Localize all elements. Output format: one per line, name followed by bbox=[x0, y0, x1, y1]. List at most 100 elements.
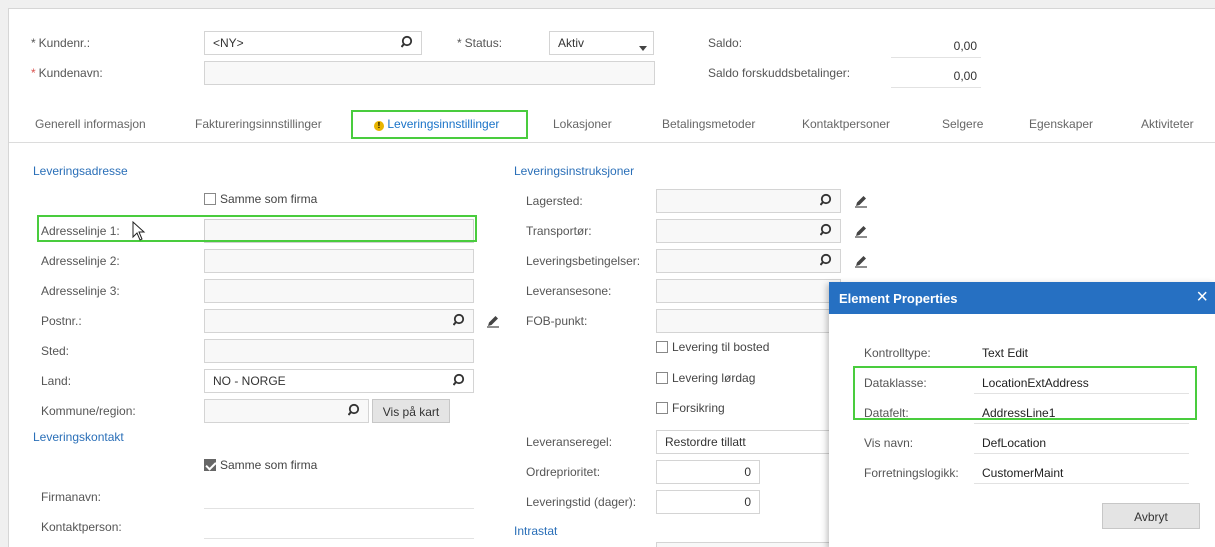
edit-pencil-icon[interactable] bbox=[854, 254, 868, 271]
adresselinje1-highlight-box bbox=[37, 215, 477, 242]
forsikring-checkbox[interactable]: Forsikring bbox=[656, 401, 725, 415]
kontrolltype-value: Text Edit bbox=[982, 346, 1029, 360]
saldo-value: 0,00 bbox=[953, 39, 977, 53]
land-input[interactable]: NO - NORGE bbox=[204, 369, 474, 393]
element-properties-dialog: Element Properties × Kontrolltype: Text … bbox=[829, 282, 1215, 547]
search-icon[interactable] bbox=[819, 193, 834, 210]
checkbox-checked-icon bbox=[204, 459, 216, 471]
intrastat-title: Intrastat bbox=[514, 524, 558, 538]
levering-bosted-checkbox[interactable]: Levering til bosted bbox=[656, 340, 769, 354]
edit-pencil-icon[interactable] bbox=[486, 314, 500, 331]
data-highlight-box bbox=[853, 366, 1197, 420]
avbryt-button[interactable]: Avbryt bbox=[1102, 503, 1200, 529]
kontaktperson-input[interactable] bbox=[204, 538, 474, 539]
saldo-forskudd-value: 0,00 bbox=[953, 69, 977, 83]
leveransesone-label: Leveransesone: bbox=[526, 284, 612, 298]
forretningslogikk-value: CustomerMaint bbox=[982, 466, 1064, 480]
tab-bar-divider bbox=[9, 142, 1215, 143]
checkbox-unchecked-icon bbox=[656, 372, 668, 384]
sted-label: Sted: bbox=[41, 344, 70, 358]
postnr-input[interactable] bbox=[204, 309, 474, 333]
intrastat-input[interactable] bbox=[656, 542, 841, 547]
saldo-underline bbox=[891, 57, 981, 58]
transportor-input[interactable] bbox=[656, 219, 841, 243]
forretningslogikk-underline bbox=[974, 483, 1189, 484]
checkbox-unchecked-icon bbox=[204, 193, 216, 205]
kontaktperson-label: Kontaktperson: bbox=[41, 520, 122, 534]
checkbox-unchecked-icon bbox=[656, 402, 668, 414]
edit-pencil-icon[interactable] bbox=[854, 224, 868, 241]
tab-highlight-box bbox=[351, 110, 528, 139]
status-select[interactable]: Aktiv bbox=[549, 31, 654, 55]
leveringsadresse-title: Leveringsadresse bbox=[33, 164, 128, 178]
tab-selgere[interactable]: Selgere bbox=[942, 117, 983, 131]
firmanavn-input[interactable] bbox=[204, 508, 474, 509]
tab-faktureringsinnstillinger[interactable]: Faktureringsinnstillinger bbox=[195, 117, 322, 131]
vis-navn-label: Vis navn: bbox=[864, 436, 914, 450]
search-icon[interactable] bbox=[347, 403, 362, 420]
adresselinje2-input[interactable] bbox=[204, 249, 474, 273]
vis-paa-kart-button[interactable]: Vis på kart bbox=[372, 399, 450, 423]
status-label: * Status: bbox=[457, 36, 503, 50]
saldo-label: Saldo: bbox=[708, 36, 743, 50]
tab-lokasjoner[interactable]: Lokasjoner bbox=[553, 117, 612, 131]
kundenavn-label: * Kundenavn: bbox=[31, 66, 103, 80]
adresselinje3-label: Adresselinje 3: bbox=[41, 284, 120, 298]
search-icon[interactable] bbox=[819, 253, 834, 270]
ordreprioritet-label: Ordreprioritet: bbox=[526, 465, 601, 479]
leveringsbetingelser-input[interactable] bbox=[656, 249, 841, 273]
ordreprioritet-input[interactable]: 0 bbox=[656, 460, 760, 484]
search-icon[interactable] bbox=[452, 373, 467, 390]
leveranseregel-label: Leveranseregel: bbox=[526, 435, 613, 449]
kommune-label: Kommune/region: bbox=[41, 404, 136, 418]
mouse-cursor-icon bbox=[132, 220, 146, 244]
forretningslogikk-label: Forretningslogikk: bbox=[864, 466, 959, 480]
land-label: Land: bbox=[41, 374, 72, 388]
postnr-label: Postnr.: bbox=[41, 314, 82, 328]
tab-generell-informasjon[interactable]: Generell informasjon bbox=[35, 117, 146, 131]
tab-egenskaper[interactable]: Egenskaper bbox=[1029, 117, 1093, 131]
adresselinje2-label: Adresselinje 2: bbox=[41, 254, 120, 268]
vis-navn-value: DefLocation bbox=[982, 436, 1047, 450]
saldo-forskudd-underline bbox=[891, 87, 981, 88]
leveranseregel-select[interactable]: Restordre tillatt bbox=[656, 430, 841, 454]
fob-input[interactable] bbox=[656, 309, 841, 333]
close-icon[interactable]: × bbox=[1196, 286, 1208, 309]
transportor-label: Transportør: bbox=[526, 224, 592, 238]
levering-lordag-checkbox[interactable]: Levering lørdag bbox=[656, 371, 755, 385]
fob-label: FOB-punkt: bbox=[526, 314, 588, 328]
search-icon[interactable] bbox=[452, 313, 467, 330]
leveringsbetingelser-label: Leveringsbetingelser: bbox=[526, 254, 641, 268]
sted-input[interactable] bbox=[204, 339, 474, 363]
tab-aktiviteter[interactable]: Aktiviteter bbox=[1141, 117, 1194, 131]
edit-pencil-icon[interactable] bbox=[854, 194, 868, 211]
leveringstid-input[interactable]: 0 bbox=[656, 490, 760, 514]
adresselinje3-input[interactable] bbox=[204, 279, 474, 303]
leveringskontakt-title: Leveringskontakt bbox=[33, 430, 124, 444]
lagersted-input[interactable] bbox=[656, 189, 841, 213]
tab-betalingsmetoder[interactable]: Betalingsmetoder bbox=[662, 117, 755, 131]
tab-kontaktpersoner[interactable]: Kontaktpersoner bbox=[802, 117, 890, 131]
chevron-down-icon bbox=[639, 40, 647, 54]
customer-form-page: * Kundenr.: <NY> * Status: Aktiv Saldo: 0,… bbox=[8, 8, 1215, 547]
kontakt-samme-som-firma-checkbox[interactable]: Samme som firma bbox=[204, 458, 317, 472]
search-icon[interactable] bbox=[400, 35, 415, 52]
samme-som-firma-checkbox[interactable]: Samme som firma bbox=[204, 192, 317, 206]
dialog-header: Element Properties × bbox=[829, 282, 1215, 314]
dialog-title: Element Properties bbox=[839, 291, 958, 306]
leveransesone-input[interactable] bbox=[656, 279, 841, 303]
lagersted-label: Lagersted: bbox=[526, 194, 583, 208]
kundenr-label: * Kundenr.: bbox=[31, 36, 91, 50]
search-icon[interactable] bbox=[819, 223, 834, 240]
leveringstid-label: Leveringstid (dager): bbox=[526, 495, 637, 509]
vis-navn-underline bbox=[974, 453, 1189, 454]
checkbox-unchecked-icon bbox=[656, 341, 668, 353]
leveringsinstruksjoner-title: Leveringsinstruksjoner bbox=[514, 164, 635, 178]
datafelt-underline bbox=[974, 423, 1189, 424]
kundenavn-input[interactable] bbox=[204, 61, 655, 85]
kundenr-input[interactable]: <NY> bbox=[204, 31, 422, 55]
kontrolltype-label: Kontrolltype: bbox=[864, 346, 931, 360]
firmanavn-label: Firmanavn: bbox=[41, 490, 102, 504]
saldo-forskudd-label: Saldo forskuddsbetalinger: bbox=[708, 66, 851, 80]
kommune-input[interactable] bbox=[204, 399, 369, 423]
